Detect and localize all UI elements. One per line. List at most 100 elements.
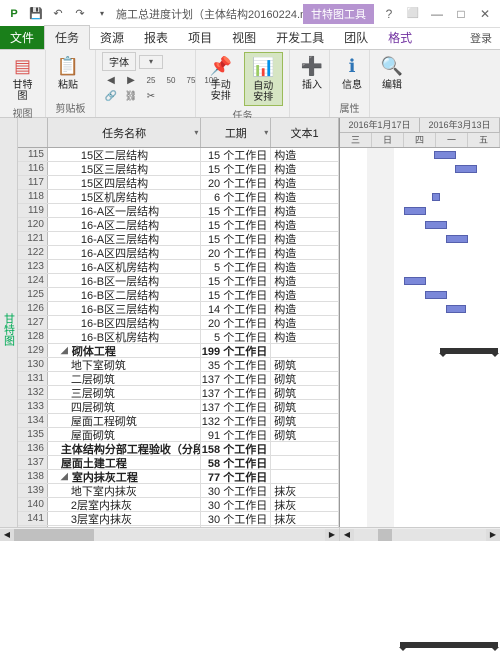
text1-cell[interactable]: 砌筑	[271, 400, 339, 413]
duration-cell[interactable]: 20 个工作日	[201, 176, 271, 189]
row-id[interactable]: 120	[18, 218, 48, 231]
duration-cell[interactable]: 199 个工作日	[201, 344, 271, 357]
help-icon[interactable]: ?	[378, 5, 400, 23]
table-row[interactable]: 12216-A区四层结构20 个工作日构造	[18, 246, 339, 260]
scrollbar-thumb[interactable]	[378, 529, 392, 541]
text1-cell[interactable]: 构造	[271, 190, 339, 203]
task-name-cell[interactable]: ◢室内抹灰工程	[48, 470, 202, 483]
table-row[interactable]: 12316-A区机房结构5 个工作日构造	[18, 260, 339, 274]
gantt-bar[interactable]	[404, 207, 426, 215]
table-row[interactable]: 11916-A区一层结构15 个工作日构造	[18, 204, 339, 218]
text1-cell[interactable]: 砌筑	[271, 386, 339, 399]
scroll-left-icon[interactable]: ◀	[340, 529, 354, 541]
tab-format[interactable]: 格式	[378, 26, 422, 49]
insert-button[interactable]: ➕ 插入	[296, 52, 328, 93]
table-row[interactable]: 12616-B区三层结构14 个工作日构造	[18, 302, 339, 316]
task-name-cell[interactable]: 16-A区三层结构	[48, 232, 202, 245]
scroll-left-icon[interactable]: ◀	[0, 529, 14, 541]
scroll-right-icon[interactable]: ▶	[325, 529, 339, 541]
text1-cell[interactable]: 构造	[271, 274, 339, 287]
gantt-timescale[interactable]: 2016年1月17日 2016年3月13日 三日四一五	[340, 118, 500, 148]
text1-cell[interactable]	[271, 442, 339, 455]
col-id-header[interactable]	[18, 118, 48, 147]
gantt-bar[interactable]	[425, 291, 447, 299]
row-id[interactable]: 128	[18, 330, 48, 343]
duration-cell[interactable]: 132 个工作日	[201, 414, 271, 427]
table-row[interactable]: 138◢室内抹灰工程77 个工作日	[18, 470, 339, 484]
ribbon-toggle-icon[interactable]: ⬜	[402, 5, 424, 23]
task-name-cell[interactable]: 16-A区一层结构	[48, 204, 202, 217]
text1-cell[interactable]	[271, 344, 339, 357]
task-name-cell[interactable]: 四层砌筑	[48, 400, 202, 413]
grid-body[interactable]: 11515区二层结构15 个工作日构造11615区三层结构15 个工作日构造11…	[18, 148, 339, 541]
row-id[interactable]: 132	[18, 386, 48, 399]
text1-cell[interactable]: 构造	[271, 218, 339, 231]
auto-schedule-button[interactable]: 📊 自动安排	[244, 52, 284, 106]
text1-cell[interactable]	[271, 470, 339, 483]
tab-dev[interactable]: 开发工具	[266, 26, 334, 49]
font-size-dropdown[interactable]: ▾	[139, 55, 163, 69]
qat-dropdown-icon[interactable]: ▾	[92, 4, 112, 24]
task-name-cell[interactable]: 二层砌筑	[48, 372, 202, 385]
task-name-cell[interactable]: 地下室砌筑	[48, 358, 202, 371]
task-name-cell[interactable]: 15区三层结构	[48, 162, 202, 175]
row-id[interactable]: 140	[18, 498, 48, 511]
row-id[interactable]: 139	[18, 484, 48, 497]
task-name-cell[interactable]: 15区机房结构	[48, 190, 202, 203]
undo-icon[interactable]: ↶	[48, 4, 68, 24]
col-name-header[interactable]: 任务名称▾	[48, 118, 202, 147]
duration-cell[interactable]: 15 个工作日	[201, 218, 271, 231]
duration-cell[interactable]: 91 个工作日	[201, 428, 271, 441]
task-name-cell[interactable]: 16-A区机房结构	[48, 260, 202, 273]
collapse-icon[interactable]: ◢	[61, 345, 70, 356]
table-row[interactable]: 12016-A区二层结构15 个工作日构造	[18, 218, 339, 232]
text1-cell[interactable]: 砌筑	[271, 414, 339, 427]
duration-cell[interactable]: 15 个工作日	[201, 288, 271, 301]
minimize-icon[interactable]: —	[426, 5, 448, 23]
duration-cell[interactable]: 15 个工作日	[201, 204, 271, 217]
table-row[interactable]: 11515区二层结构15 个工作日构造	[18, 148, 339, 162]
text1-cell[interactable]: 构造	[271, 176, 339, 189]
duration-cell[interactable]: 137 个工作日	[201, 372, 271, 385]
task-name-cell[interactable]: 16-B区机房结构	[48, 330, 202, 343]
text1-cell[interactable]: 构造	[271, 204, 339, 217]
row-id[interactable]: 115	[18, 148, 48, 161]
duration-cell[interactable]: 15 个工作日	[201, 232, 271, 245]
duration-cell[interactable]: 30 个工作日	[201, 484, 271, 497]
task-name-cell[interactable]: 16-B区二层结构	[48, 288, 202, 301]
table-row[interactable]: 131二层砌筑137 个工作日砌筑	[18, 372, 339, 386]
text1-cell[interactable]: 砌筑	[271, 358, 339, 371]
text1-cell[interactable]: 构造	[271, 260, 339, 273]
tab-view[interactable]: 视图	[222, 26, 266, 49]
duration-cell[interactable]: 5 个工作日	[201, 330, 271, 343]
task-name-cell[interactable]: 15区二层结构	[48, 148, 202, 161]
table-row[interactable]: 133四层砌筑137 个工作日砌筑	[18, 400, 339, 414]
task-name-cell[interactable]: 屋面土建工程	[48, 456, 202, 469]
task-name-cell[interactable]: 16-A区四层结构	[48, 246, 202, 259]
duration-cell[interactable]: 30 个工作日	[201, 498, 271, 511]
duration-cell[interactable]: 15 个工作日	[201, 148, 271, 161]
task-name-cell[interactable]: 地下室内抹灰	[48, 484, 202, 497]
tab-resource[interactable]: 资源	[90, 26, 134, 49]
row-id[interactable]: 129	[18, 344, 48, 357]
text1-cell[interactable]: 构造	[271, 148, 339, 161]
col-duration-header[interactable]: 工期▾	[201, 118, 271, 147]
text1-cell[interactable]: 抹灰	[271, 512, 339, 525]
link-icon[interactable]: 🔗	[102, 89, 120, 103]
row-id[interactable]: 131	[18, 372, 48, 385]
save-icon[interactable]: 💾	[26, 4, 46, 24]
tab-task[interactable]: 任务	[44, 25, 90, 50]
login-link[interactable]: 登录	[462, 27, 500, 49]
gantt-bar[interactable]	[455, 165, 477, 173]
table-row[interactable]: 11615区三层结构15 个工作日构造	[18, 162, 339, 176]
task-name-cell[interactable]: 屋面工程砌筑	[48, 414, 202, 427]
row-id[interactable]: 135	[18, 428, 48, 441]
text1-cell[interactable]: 抹灰	[271, 498, 339, 511]
task-name-cell[interactable]: 16-A区二层结构	[48, 218, 202, 231]
text1-cell[interactable]	[271, 456, 339, 469]
pct50-button[interactable]: 50	[162, 73, 180, 87]
task-name-cell[interactable]: 屋面砌筑	[48, 428, 202, 441]
task-name-cell[interactable]: ◢砌体工程	[48, 344, 202, 357]
view-sidebar-label[interactable]: 甘特图	[0, 118, 18, 541]
table-row[interactable]: 12116-A区三层结构15 个工作日构造	[18, 232, 339, 246]
